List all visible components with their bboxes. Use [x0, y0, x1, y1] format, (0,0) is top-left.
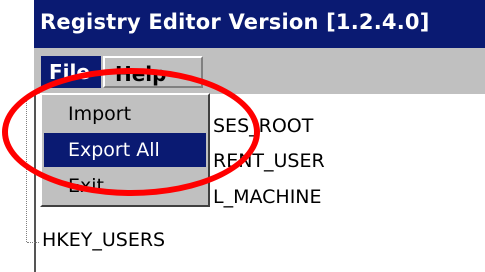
file-dropdown-menu: Import Export All Exit: [40, 93, 210, 207]
tree-node-hkey-current-user[interactable]: RENT_USER: [213, 150, 325, 172]
tree-node-hkey-classes-root[interactable]: SES_ROOT: [213, 115, 313, 137]
tree-node-hkey-local-machine[interactable]: L_MACHINE: [213, 186, 322, 208]
tree-node-hkey-users[interactable]: HKEY_USERS: [42, 229, 165, 251]
menu-item-import[interactable]: Import: [44, 97, 206, 131]
menu-bar: File Help: [34, 48, 485, 94]
menu-item-export-all[interactable]: Export All: [44, 133, 206, 167]
menu-file[interactable]: File: [41, 56, 101, 88]
menu-help[interactable]: Help: [103, 56, 203, 88]
window-title: Registry Editor Version [1.2.4.0]: [40, 10, 430, 34]
tree-connector-line: [26, 96, 27, 242]
title-bar: Registry Editor Version [1.2.4.0]: [34, 0, 485, 48]
tree-connector-branch: [27, 242, 39, 243]
menu-item-exit[interactable]: Exit: [44, 169, 206, 203]
